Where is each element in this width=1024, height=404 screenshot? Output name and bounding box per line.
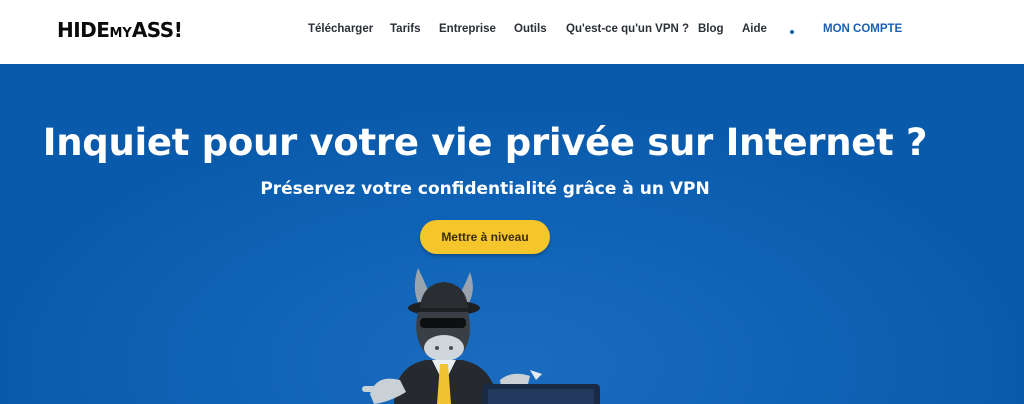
nav-telecharger[interactable]: Télécharger	[308, 23, 373, 39]
logo-text-my: MY	[109, 26, 132, 41]
site-header: HIDEMYASS! Télécharger Tarifs Entreprise…	[0, 0, 1024, 64]
logo-text-hide: HIDE	[57, 18, 110, 42]
nav-aide[interactable]: Aide	[742, 23, 767, 39]
hero-subtitle: Préservez votre confidentialité grâce à …	[260, 179, 710, 199]
hero-title: Inquiet pour votre vie privée sur Intern…	[42, 121, 928, 164]
nav-tarifs[interactable]: Tarifs	[390, 23, 420, 39]
nav-entreprise[interactable]: Entreprise	[439, 23, 496, 39]
nav-outils[interactable]: Outils	[514, 23, 547, 39]
language-dot-icon[interactable]	[790, 30, 794, 34]
hero-section: Inquiet pour votre vie privée sur Intern…	[0, 64, 1024, 404]
hma-logo[interactable]: HIDEMYASS!	[57, 18, 183, 42]
my-account-link[interactable]: MON COMPTE	[823, 23, 902, 35]
upgrade-button[interactable]: Mettre à niveau	[420, 220, 550, 254]
nav-quest-ce-quun-vpn[interactable]: Qu'est-ce qu'un VPN ?	[566, 23, 689, 39]
nav-blog[interactable]: Blog	[698, 23, 724, 39]
logo-text-ass: ASS!	[131, 18, 183, 42]
laptop-icon	[482, 384, 600, 404]
